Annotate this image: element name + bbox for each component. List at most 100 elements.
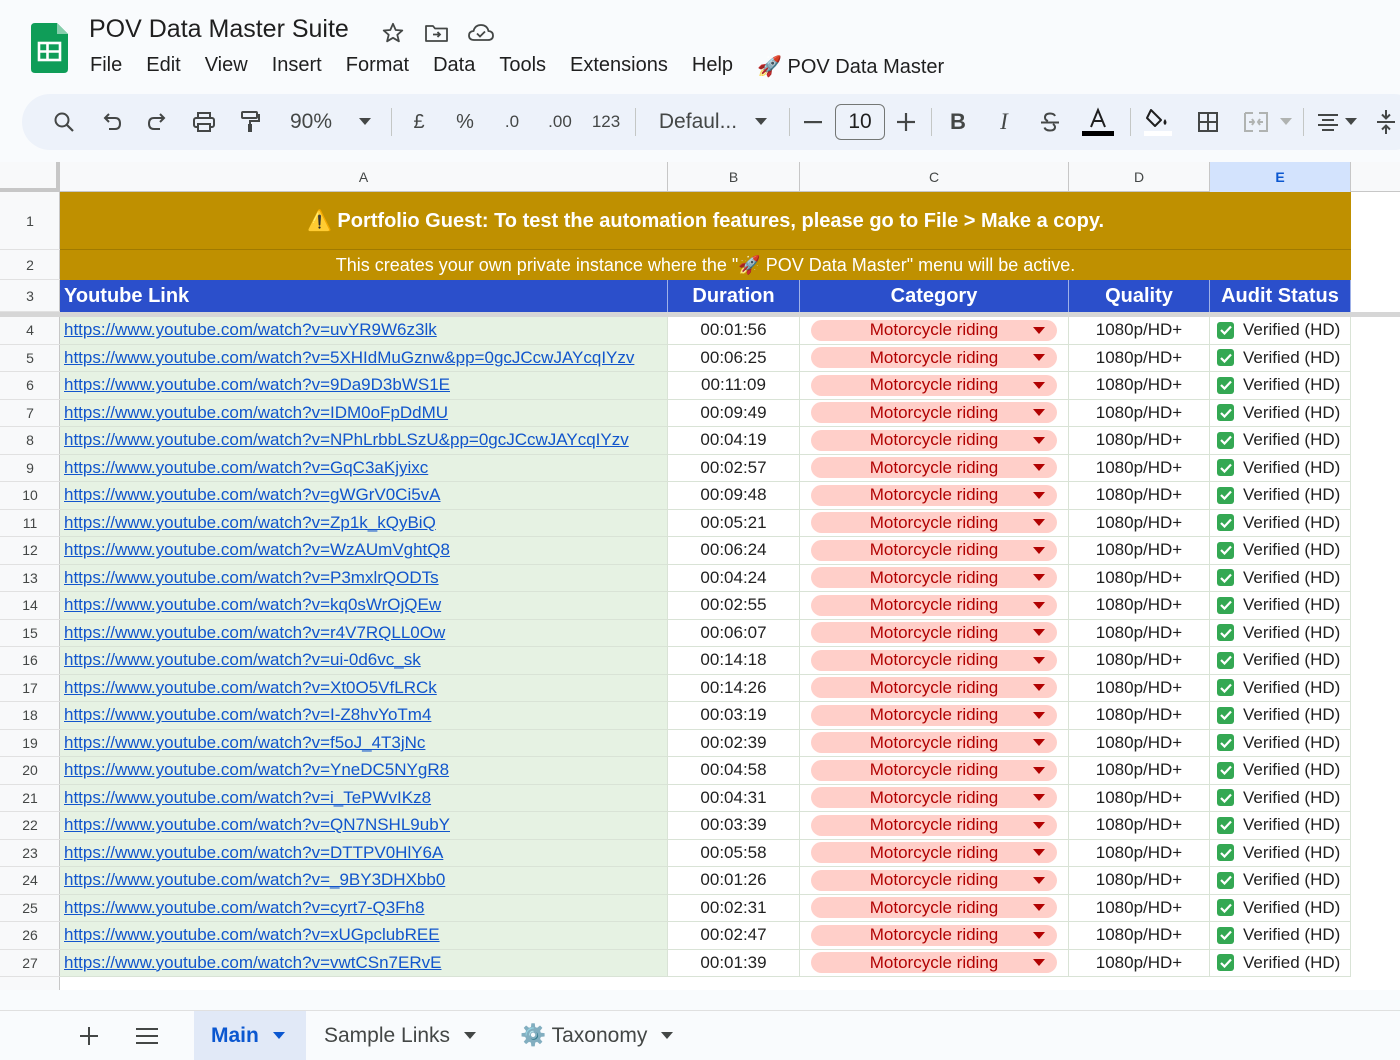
category-dropdown-chip[interactable]: Motorcycle riding bbox=[811, 924, 1057, 946]
row-header[interactable]: 11 bbox=[0, 510, 60, 537]
sheet-tab-sample-links[interactable]: Sample Links bbox=[310, 1011, 500, 1060]
link-cell[interactable]: https://www.youtube.com/watch?v=GqC3aKjy… bbox=[60, 454, 668, 482]
redo-icon[interactable] bbox=[139, 94, 175, 150]
audit-status-cell[interactable]: Verified (HD) bbox=[1210, 729, 1351, 757]
category-dropdown-chip[interactable]: Motorcycle riding bbox=[811, 677, 1057, 699]
youtube-link[interactable]: https://www.youtube.com/watch?v=vwtCSn7E… bbox=[64, 953, 441, 973]
decrease-font-size-icon[interactable] bbox=[800, 94, 826, 150]
spreadsheet-grid[interactable]: A B C D E 1 2 3 4 5 6 7 8 9 10 11 12 13 14 15 16 17 18… bbox=[0, 162, 1400, 990]
quality-cell[interactable]: 1080p/HD+ bbox=[1069, 399, 1210, 427]
audit-status-cell[interactable]: Verified (HD) bbox=[1210, 509, 1351, 537]
audit-status-cell[interactable]: Verified (HD) bbox=[1210, 812, 1351, 840]
category-dropdown-chip[interactable]: Motorcycle riding bbox=[811, 897, 1057, 919]
duration-cell[interactable]: 00:02:57 bbox=[668, 454, 800, 482]
menu-pov-data-master[interactable]: 🚀 POV Data Master bbox=[745, 52, 956, 81]
quality-cell[interactable]: 1080p/HD+ bbox=[1069, 427, 1210, 455]
chevron-down-icon[interactable] bbox=[1033, 519, 1045, 527]
link-cell[interactable]: https://www.youtube.com/watch?v=P3mxlrQO… bbox=[60, 564, 668, 592]
row-header[interactable]: 13 bbox=[0, 565, 60, 592]
category-dropdown-chip[interactable]: Motorcycle riding bbox=[811, 622, 1057, 644]
row-header[interactable]: 6 bbox=[0, 372, 60, 400]
header-youtube-link[interactable]: Youtube Link bbox=[60, 280, 668, 312]
chevron-down-icon[interactable] bbox=[1033, 821, 1045, 829]
row-header[interactable]: 17 bbox=[0, 675, 60, 702]
link-cell[interactable]: https://www.youtube.com/watch?v=xUGpclub… bbox=[60, 922, 668, 950]
category-cell[interactable]: Motorcycle riding bbox=[800, 372, 1069, 400]
link-cell[interactable]: https://www.youtube.com/watch?v=IDM0oFpD… bbox=[60, 399, 668, 427]
row-header[interactable]: 16 bbox=[0, 647, 60, 675]
move-to-folder-icon[interactable] bbox=[422, 19, 452, 47]
increase-font-size-icon[interactable] bbox=[893, 94, 919, 150]
merge-cells-icon[interactable] bbox=[1236, 94, 1276, 150]
all-sheets-icon[interactable] bbox=[128, 1011, 166, 1060]
audit-status-cell[interactable]: Verified (HD) bbox=[1210, 949, 1351, 977]
category-cell[interactable]: Motorcycle riding bbox=[800, 729, 1069, 757]
row-header[interactable]: 7 bbox=[0, 400, 60, 427]
link-cell[interactable]: https://www.youtube.com/watch?v=f5oJ_4T3… bbox=[60, 729, 668, 757]
link-cell[interactable]: https://www.youtube.com/watch?v=ui-0d6vc… bbox=[60, 647, 668, 675]
chevron-down-icon[interactable] bbox=[1033, 354, 1045, 362]
chevron-down-icon[interactable] bbox=[1033, 684, 1045, 692]
chevron-down-icon[interactable] bbox=[1033, 574, 1045, 582]
category-cell[interactable]: Motorcycle riding bbox=[800, 922, 1069, 950]
column-header-e[interactable]: E bbox=[1210, 162, 1351, 192]
header-audit-status[interactable]: Audit Status bbox=[1210, 280, 1351, 312]
category-dropdown-chip[interactable]: Motorcycle riding bbox=[811, 347, 1057, 369]
guest-notice-banner[interactable]: ⚠️ Portfolio Guest: To test the automati… bbox=[60, 192, 1351, 250]
category-cell[interactable]: Motorcycle riding bbox=[800, 839, 1069, 867]
row-header[interactable]: 9 bbox=[0, 455, 60, 482]
category-dropdown-chip[interactable]: Motorcycle riding bbox=[811, 374, 1057, 396]
row-header[interactable]: 4 bbox=[0, 317, 60, 345]
category-dropdown-chip[interactable]: Motorcycle riding bbox=[811, 402, 1057, 424]
percent-format-button[interactable]: % bbox=[452, 94, 478, 150]
youtube-link[interactable]: https://www.youtube.com/watch?v=_9BY3DHX… bbox=[64, 870, 445, 890]
youtube-link[interactable]: https://www.youtube.com/watch?v=Zp1k_kQy… bbox=[64, 513, 436, 533]
youtube-link[interactable]: https://www.youtube.com/watch?v=DTTPV0Hl… bbox=[64, 843, 443, 863]
chevron-down-icon[interactable] bbox=[1033, 959, 1045, 967]
category-cell[interactable]: Motorcycle riding bbox=[800, 757, 1069, 785]
chevron-down-icon[interactable] bbox=[1033, 326, 1045, 334]
font-size-input[interactable]: 10 bbox=[835, 104, 885, 140]
quality-cell[interactable]: 1080p/HD+ bbox=[1069, 702, 1210, 730]
duration-cell[interactable]: 00:11:09 bbox=[668, 372, 800, 400]
quality-cell[interactable]: 1080p/HD+ bbox=[1069, 729, 1210, 757]
duration-cell[interactable]: 00:02:39 bbox=[668, 729, 800, 757]
quality-cell[interactable]: 1080p/HD+ bbox=[1069, 619, 1210, 647]
audit-status-cell[interactable]: Verified (HD) bbox=[1210, 537, 1351, 565]
quality-cell[interactable]: 1080p/HD+ bbox=[1069, 317, 1210, 345]
vertical-align-icon[interactable] bbox=[1374, 94, 1398, 150]
chevron-down-icon[interactable] bbox=[1033, 546, 1045, 554]
document-title[interactable]: POV Data Master Suite bbox=[89, 15, 349, 44]
youtube-link[interactable]: https://www.youtube.com/watch?v=Xt0O5VfL… bbox=[64, 678, 437, 698]
duration-cell[interactable]: 00:14:18 bbox=[668, 647, 800, 675]
quality-cell[interactable]: 1080p/HD+ bbox=[1069, 757, 1210, 785]
currency-format-button[interactable]: £ bbox=[406, 94, 432, 150]
row-header[interactable]: 22 bbox=[0, 812, 60, 840]
youtube-link[interactable]: https://www.youtube.com/watch?v=r4V7RQLL… bbox=[64, 623, 445, 643]
youtube-link[interactable]: https://www.youtube.com/watch?v=gWGrV0Ci… bbox=[64, 485, 441, 505]
chevron-down-icon[interactable] bbox=[1033, 766, 1045, 774]
category-dropdown-chip[interactable]: Motorcycle riding bbox=[811, 869, 1057, 891]
print-icon[interactable] bbox=[186, 94, 222, 150]
quality-cell[interactable]: 1080p/HD+ bbox=[1069, 839, 1210, 867]
audit-status-cell[interactable]: Verified (HD) bbox=[1210, 564, 1351, 592]
menu-file[interactable]: File bbox=[78, 52, 134, 81]
row-header[interactable]: 10 bbox=[0, 482, 60, 510]
header-duration[interactable]: Duration bbox=[668, 280, 800, 312]
row-header[interactable]: 3 bbox=[0, 280, 60, 312]
duration-cell[interactable]: 00:02:47 bbox=[668, 922, 800, 950]
duration-cell[interactable]: 00:01:39 bbox=[668, 949, 800, 977]
column-header-a[interactable]: A bbox=[60, 162, 668, 192]
duration-cell[interactable]: 00:01:56 bbox=[668, 317, 800, 345]
zoom-dropdown-icon[interactable] bbox=[354, 94, 376, 150]
youtube-link[interactable]: https://www.youtube.com/watch?v=P3mxlrQO… bbox=[64, 568, 439, 588]
duration-cell[interactable]: 00:02:31 bbox=[668, 894, 800, 922]
chevron-down-icon[interactable] bbox=[1033, 464, 1045, 472]
category-dropdown-chip[interactable]: Motorcycle riding bbox=[811, 594, 1057, 616]
chevron-down-icon[interactable] bbox=[464, 1032, 477, 1039]
star-icon[interactable] bbox=[378, 19, 408, 47]
row-header[interactable]: 12 bbox=[0, 537, 60, 565]
row-header[interactable]: 15 bbox=[0, 620, 60, 647]
audit-status-cell[interactable]: Verified (HD) bbox=[1210, 592, 1351, 620]
category-cell[interactable]: Motorcycle riding bbox=[800, 949, 1069, 977]
